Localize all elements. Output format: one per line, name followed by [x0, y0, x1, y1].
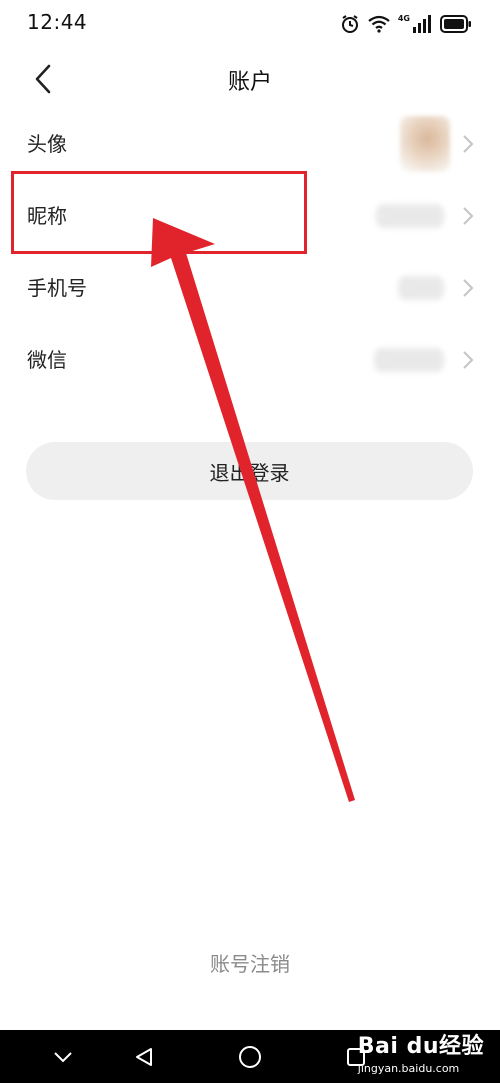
- home-circle-icon: [239, 1046, 261, 1068]
- row-label: 微信: [27, 348, 67, 372]
- chevron-right-icon: [463, 207, 474, 225]
- nav-collapse-button[interactable]: [50, 1044, 76, 1070]
- cancel-account-link[interactable]: 账号注销: [0, 948, 500, 977]
- chevron-right-icon: [463, 135, 474, 153]
- watermark-brand: Bai du经验: [357, 1034, 484, 1059]
- watermark-url: jingyan.baidu.com: [357, 1062, 460, 1075]
- status-bar: 12:44 4G: [0, 0, 500, 48]
- nav-bar: 账户: [0, 48, 500, 108]
- wifi-icon: [368, 15, 390, 33]
- row-label: 头像: [27, 132, 67, 156]
- status-icons: 4G: [340, 12, 472, 36]
- avatar: [400, 116, 450, 172]
- annotation-highlight-box: [11, 171, 307, 254]
- row-label: 手机号: [27, 276, 87, 300]
- blurred-value: [376, 204, 444, 228]
- chevron-right-icon: [463, 279, 474, 297]
- baidu-jingyan-watermark: Bai du经验 jingyan.baidu.com: [358, 1032, 484, 1076]
- back-triangle-icon: [136, 1048, 152, 1066]
- system-nav-bar: Bai du经验 jingyan.baidu.com: [0, 1030, 500, 1083]
- logout-button[interactable]: 退出登录: [26, 442, 473, 500]
- battery-icon: [440, 15, 471, 33]
- page-title: 账户: [227, 70, 272, 95]
- blurred-value: [398, 276, 444, 300]
- nav-home-button[interactable]: [237, 1044, 263, 1070]
- network-type: 4G: [397, 13, 410, 23]
- row-wechat[interactable]: 微信: [0, 324, 500, 396]
- alarm-icon: [341, 15, 358, 33]
- signal-icon: [413, 15, 431, 33]
- chevron-down-icon: [54, 1052, 72, 1063]
- status-time: 12:44: [27, 10, 88, 34]
- blurred-value: [374, 348, 444, 372]
- chevron-right-icon: [463, 351, 474, 369]
- row-phone[interactable]: 手机号: [0, 252, 500, 324]
- row-avatar[interactable]: 头像: [0, 108, 500, 180]
- nav-back-button[interactable]: [131, 1044, 157, 1070]
